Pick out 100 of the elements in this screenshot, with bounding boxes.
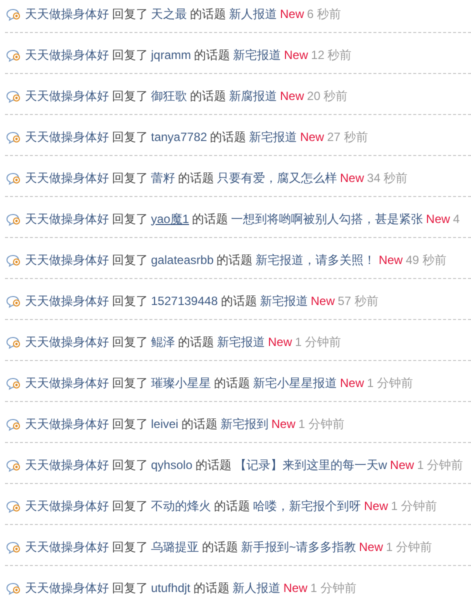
comment-icon: [6, 582, 21, 594]
comment-icon: [6, 500, 21, 512]
topic-link[interactable]: 新宅报道: [260, 292, 308, 310]
new-label: New: [340, 171, 364, 185]
timestamp: 1 分钟前: [417, 456, 464, 474]
comment-icon: [6, 8, 21, 20]
user-link[interactable]: 天天做操身体好: [25, 538, 109, 556]
user-link[interactable]: 1527139448: [151, 294, 218, 308]
new-label: New: [340, 376, 364, 390]
user-link[interactable]: 天天做操身体好: [25, 88, 109, 104]
action-text: 回复了: [112, 374, 148, 392]
topic-link[interactable]: 哈喽，新宅报个到呀: [253, 498, 361, 514]
timestamp: 49 秒前: [406, 252, 446, 268]
comment-icon: [6, 90, 21, 102]
user-link[interactable]: 天之最: [151, 6, 187, 22]
topic-link[interactable]: 新宅报道: [217, 334, 265, 350]
action-text: 的话题: [216, 252, 253, 268]
action-text: 的话题: [178, 334, 214, 350]
action-text: 的话题: [202, 538, 238, 556]
topic-link[interactable]: 新宅小星星报道: [253, 374, 337, 392]
action-text: 回复了: [112, 416, 148, 432]
action-text: 回复了: [112, 88, 148, 104]
comment-icon: [6, 458, 21, 472]
topic-link[interactable]: 新人报道: [229, 6, 277, 22]
timestamp: 27 秒前: [327, 128, 368, 146]
timestamp: 1 分钟前: [391, 498, 438, 514]
timestamp: 1 分钟前: [386, 538, 432, 556]
user-link[interactable]: 天天做操身体好: [25, 210, 109, 228]
user-link[interactable]: galateasrbb: [151, 253, 214, 267]
comment-icon: [6, 336, 21, 348]
topic-link[interactable]: 新腐报道: [229, 88, 277, 104]
user-link[interactable]: 乌璐提亚: [151, 538, 199, 556]
new-label: New: [378, 253, 403, 267]
new-label: New: [300, 130, 324, 144]
action-text: 回复了: [112, 334, 148, 350]
user-link[interactable]: 天天做操身体好: [25, 292, 109, 310]
action-text: 的话题: [192, 210, 228, 228]
topic-link[interactable]: 新宅报道: [249, 128, 298, 146]
topic-link[interactable]: 只要有爱，腐又怎么样: [217, 170, 337, 186]
timestamp: 1 分钟前: [310, 580, 356, 596]
comment-icon: [6, 48, 21, 62]
action-text: 回复了: [112, 580, 148, 596]
user-link[interactable]: 御狂歌: [151, 88, 187, 104]
user-link[interactable]: 天天做操身体好: [25, 6, 109, 22]
user-link[interactable]: 天天做操身体好: [25, 334, 109, 350]
user-link[interactable]: utufhdjt: [151, 581, 190, 595]
action-text: 的话题: [181, 416, 218, 432]
action-text: 回复了: [112, 46, 148, 64]
action-text: 的话题: [214, 374, 250, 392]
new-label: New: [390, 458, 414, 472]
comment-icon: [6, 172, 21, 184]
topic-link[interactable]: 新宅报到: [220, 416, 268, 432]
action-text: 回复了: [112, 170, 148, 186]
topic-link[interactable]: 新宅报道，请多关照！: [256, 252, 376, 268]
timestamp: 6 秒前: [307, 6, 342, 22]
user-link[interactable]: jqramm: [151, 48, 192, 62]
new-label: New: [280, 89, 304, 103]
action-text: 的话题: [178, 170, 214, 186]
user-link[interactable]: tanya7782: [151, 130, 208, 144]
topic-link[interactable]: 新人报道: [232, 580, 280, 596]
user-link[interactable]: 天天做操身体好: [25, 46, 109, 64]
action-text: 的话题: [190, 6, 226, 22]
topic-link[interactable]: 【记录】来到这里的每一天w: [234, 456, 388, 474]
user-link[interactable]: leivei: [151, 417, 178, 431]
new-label: New: [310, 294, 335, 308]
timestamp: 34 秒前: [367, 170, 408, 186]
user-link[interactable]: yao魔1: [151, 210, 190, 228]
user-link[interactable]: 天天做操身体好: [25, 498, 109, 514]
user-link[interactable]: 不动的烽火: [151, 498, 211, 514]
timestamp: 4: [453, 212, 460, 226]
timestamp: 57 秒前: [338, 292, 378, 310]
action-text: 的话题: [195, 456, 232, 474]
action-text: 回复了: [112, 252, 148, 268]
topic-link[interactable]: 一想到将哟啊被别人勾搭，甚是紧张: [231, 210, 424, 228]
action-text: 回复了: [112, 292, 148, 310]
user-link[interactable]: 天天做操身体好: [25, 374, 109, 392]
user-link[interactable]: 璀璨小星星: [151, 374, 211, 392]
comment-icon: [6, 294, 21, 308]
action-text: 的话题: [194, 46, 230, 64]
user-link[interactable]: 蕾籽: [151, 170, 175, 186]
action-text: 回复了: [112, 210, 148, 228]
new-label: New: [280, 7, 304, 21]
topic-link[interactable]: 新手报到~请多多指教: [241, 538, 356, 556]
user-link[interactable]: 天天做操身体好: [25, 252, 109, 268]
action-text: 回复了: [112, 498, 148, 514]
user-link[interactable]: 天天做操身体好: [25, 128, 109, 146]
user-link[interactable]: 天天做操身体好: [25, 170, 109, 186]
user-link[interactable]: qyhsolo: [151, 458, 192, 472]
action-text: 回复了: [112, 456, 148, 474]
user-link[interactable]: 天天做操身体好: [25, 580, 109, 596]
user-link[interactable]: 天天做操身体好: [25, 456, 109, 474]
new-label: New: [284, 48, 308, 62]
timestamp: 20 秒前: [307, 88, 348, 104]
user-link[interactable]: 天天做操身体好: [25, 416, 109, 432]
action-text: 的话题: [193, 580, 230, 596]
topic-link[interactable]: 新宅报道: [233, 46, 282, 64]
action-text: 回复了: [112, 6, 148, 22]
new-label: New: [271, 417, 296, 431]
timestamp: 1 分钟前: [367, 374, 414, 392]
user-link[interactable]: 鲲泽: [151, 334, 175, 350]
